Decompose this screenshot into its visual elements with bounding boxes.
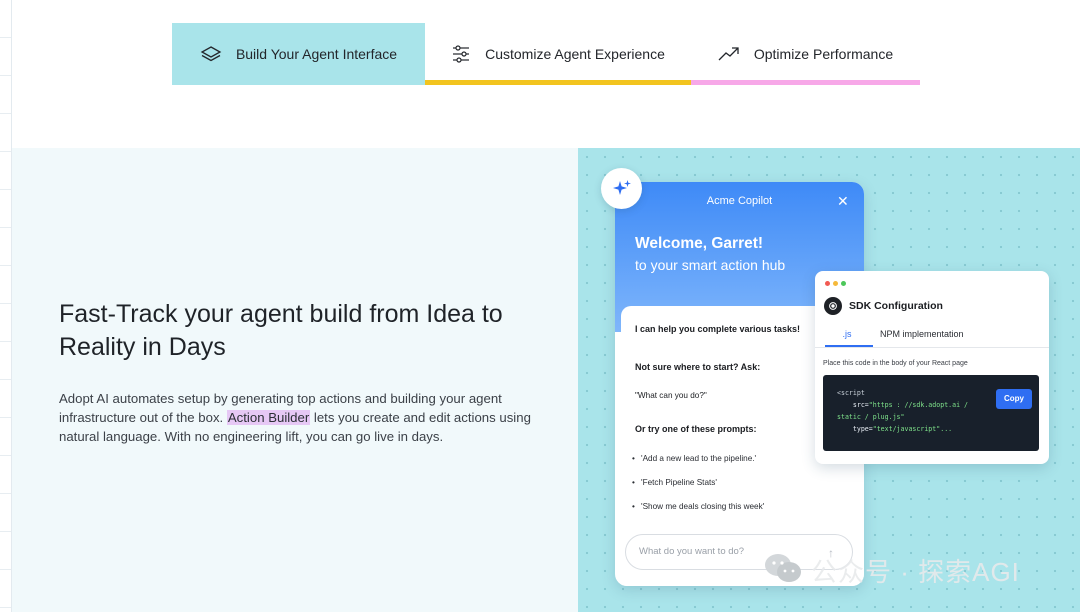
- code-line: <script: [837, 389, 865, 397]
- tab-js[interactable]: .js: [835, 329, 859, 339]
- chat-input-placeholder: What do you want to do?: [639, 546, 745, 557]
- chat-intro: I can help you complete various tasks!: [635, 324, 801, 334]
- sdk-logo-icon: [824, 297, 842, 315]
- hero-headline: Fast-Track your agent build from Idea to…: [59, 300, 503, 361]
- prompts-heading: Or try one of these prompts:: [635, 424, 757, 434]
- code-line: static / plug.js": [837, 413, 905, 421]
- feature-tabs: Build Your Agent Interface Customize Age…: [172, 23, 920, 85]
- code-string: "text/javascript"...: [872, 425, 953, 433]
- sdk-instruction: Place this code in the body of your Reac…: [823, 360, 968, 367]
- close-icon[interactable]: ✕: [837, 193, 849, 210]
- watermark-text: 公众号 · 探索AGI: [811, 557, 1020, 587]
- minimize-dot: [833, 281, 838, 286]
- sliders-icon: [451, 44, 471, 64]
- prompt-item[interactable]: 'Show me deals closing this week': [632, 502, 764, 511]
- action-builder-highlight: Action Builder: [226, 410, 311, 425]
- code-line: src="https : //sdk.adopt.ai /: [837, 401, 968, 409]
- sparkle-icon[interactable]: [601, 168, 642, 209]
- wechat-icon: [763, 552, 803, 589]
- tab-label: Optimize Performance: [753, 46, 894, 62]
- code-attr: src=: [837, 401, 869, 409]
- prompt-item[interactable]: 'Fetch Pipeline Stats': [632, 478, 717, 487]
- maximize-dot: [841, 281, 846, 286]
- code-attr: type=: [837, 425, 873, 433]
- code-string: static / plug.js": [837, 413, 905, 421]
- prompt-item[interactable]: 'Add a new lead to the pipeline.': [632, 454, 756, 463]
- trend-up-icon: [718, 46, 740, 62]
- welcome-subheading: to your smart action hub: [635, 257, 786, 273]
- sdk-title: SDK Configuration: [849, 300, 943, 312]
- active-tab-indicator: [825, 345, 873, 347]
- page: Build Your Agent Interface Customize Age…: [0, 0, 1080, 612]
- code-line: type="text/javascript"...: [837, 425, 952, 433]
- tab-customize-agent-experience[interactable]: Customize Agent Experience: [425, 23, 691, 85]
- tab-build-agent-interface[interactable]: Build Your Agent Interface: [172, 23, 425, 85]
- tab-underline: [425, 80, 691, 85]
- ask-heading: Not sure where to start? Ask:: [635, 362, 761, 372]
- tab-underline: [691, 80, 920, 85]
- window-controls: [825, 281, 846, 286]
- tab-label: Customize Agent Experience: [485, 46, 665, 62]
- tab-label: Build Your Agent Interface: [235, 46, 398, 62]
- code-snippet: <script src="https : //sdk.adopt.ai / st…: [823, 375, 1039, 451]
- sdk-config-card: SDK Configuration .js NPM implementation…: [815, 271, 1049, 464]
- left-gutter: [0, 0, 11, 612]
- tab-optimize-performance[interactable]: Optimize Performance: [691, 23, 920, 85]
- tab-npm-implementation[interactable]: NPM implementation: [880, 329, 964, 339]
- layers-icon: [200, 45, 222, 63]
- ask-example[interactable]: "What can you do?": [635, 391, 707, 400]
- watermark: 公众号 · 探索AGI: [763, 552, 1020, 589]
- welcome-heading: Welcome, Garret!: [635, 235, 764, 252]
- close-dot: [825, 281, 830, 286]
- hero-text-panel: [12, 148, 578, 612]
- divider: [815, 347, 1049, 348]
- copilot-title: Acme Copilot: [706, 195, 773, 207]
- hero-description: Adopt AI automates setup by generating t…: [59, 389, 539, 446]
- code-string: "https : //sdk.adopt.ai /: [868, 401, 969, 409]
- copy-button[interactable]: Copy: [996, 389, 1032, 409]
